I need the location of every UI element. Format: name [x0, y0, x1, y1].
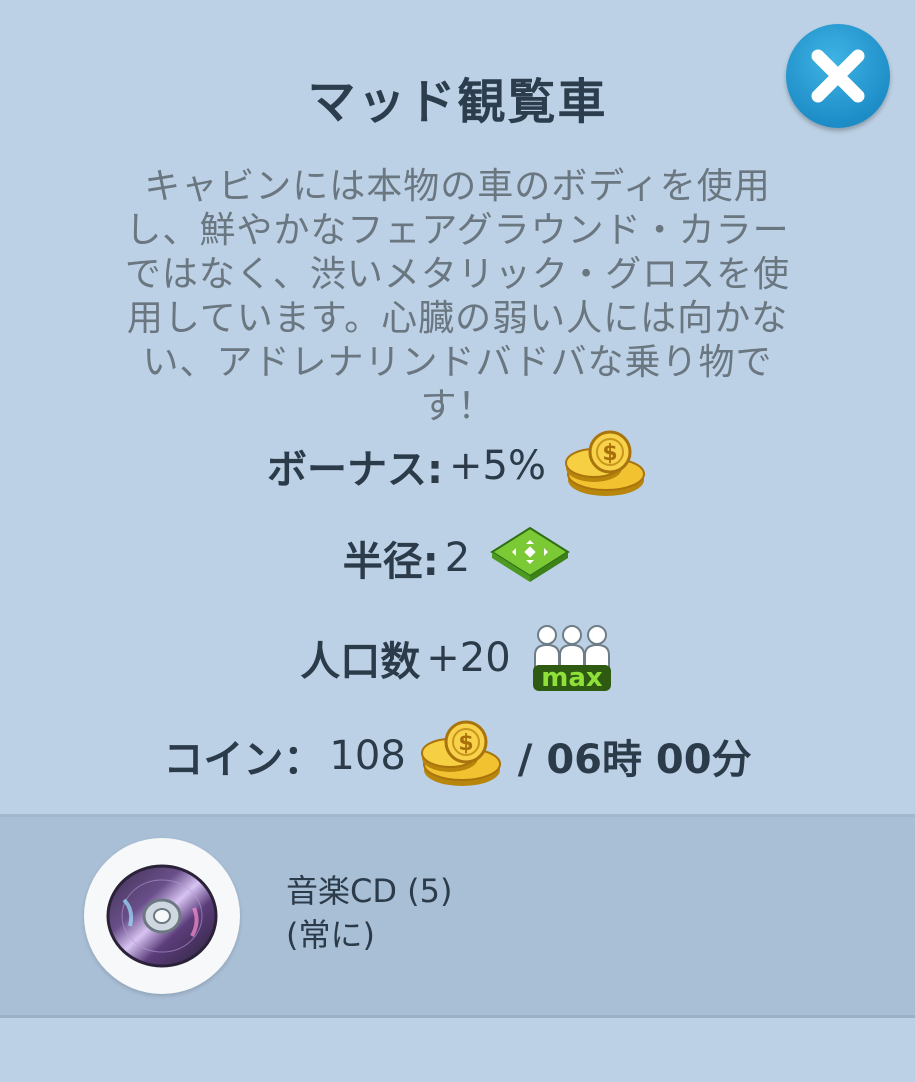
dialog-title: マッド観覧車	[307, 74, 608, 130]
coin-stat-row: コイン： 108 $ / 06時 00分	[0, 716, 915, 796]
coin-stack-icon: $	[420, 720, 501, 786]
area-tile-icon	[490, 526, 571, 582]
music-cd-icon	[106, 864, 218, 968]
item-subtitle: (常に)	[286, 916, 375, 954]
coin-rate: / 06時 00分	[517, 737, 752, 783]
close-button[interactable]	[786, 24, 890, 128]
svg-text:$: $	[458, 731, 473, 756]
svg-text:max: max	[541, 663, 603, 693]
coin-stack-icon: $	[564, 430, 645, 496]
item-icon-frame	[84, 838, 240, 994]
radius-label: 半径:	[342, 539, 439, 585]
coin-value: 108	[329, 733, 406, 779]
radius-value: 2	[444, 535, 471, 581]
bonus-stat-row: ボーナス: +5% $	[0, 430, 915, 502]
close-icon	[811, 49, 865, 103]
building-info-dialog: マッド観覧車 キャビンには本物の車のボディを使用し、鮮やかなフェアグラウンド・カ…	[0, 0, 915, 1082]
population-stat-row: 人口数 +20 max	[0, 618, 915, 698]
item-name: 音楽CD (5)	[286, 872, 453, 910]
radius-stat-row: 半径: 2	[0, 522, 915, 594]
population-label: 人口数	[300, 639, 421, 685]
building-description: キャビンには本物の車のボディを使用し、鮮やかなフェアグラウンド・カラーではなく、…	[124, 166, 791, 427]
population-max-icon: max	[532, 625, 611, 693]
svg-text:$: $	[602, 441, 617, 466]
coin-label: コイン：	[163, 737, 324, 783]
bonus-value: +5%	[449, 443, 546, 489]
population-value: +20	[426, 635, 511, 681]
bonus-label: ボーナス:	[267, 447, 443, 493]
divider	[0, 1015, 915, 1018]
